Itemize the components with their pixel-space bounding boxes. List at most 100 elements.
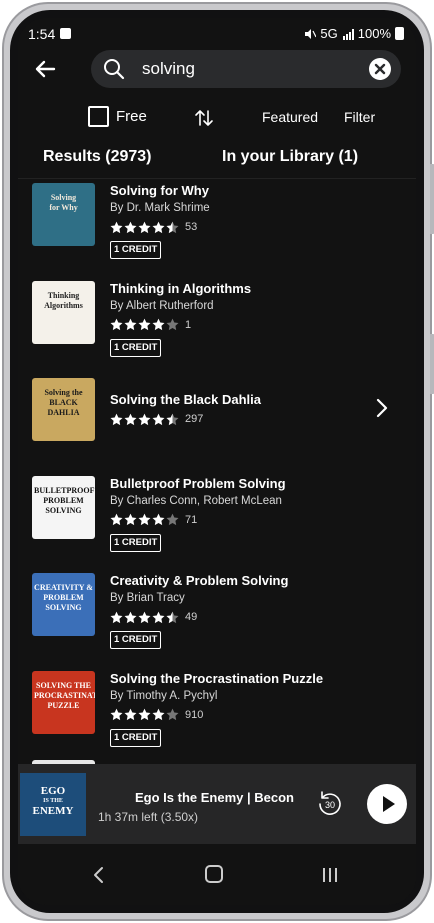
network-label: 5G	[320, 26, 338, 41]
app-screen: 1:54 5G 100% solving Free Featured Filte…	[18, 18, 416, 905]
list-item[interactable]: Solving for Why Solving for Why By Dr. Mark…	[18, 183, 416, 273]
star-full-icon	[138, 318, 151, 331]
mute-icon	[305, 28, 317, 39]
cover-text-line: SOLVING THE	[36, 680, 91, 690]
star-rating: 53	[110, 220, 197, 234]
book-title[interactable]: Creativity & Problem Solving	[110, 573, 288, 588]
star-full-icon	[124, 221, 137, 233]
cover-text-line: SOLVING	[45, 505, 82, 515]
star-full-icon	[152, 413, 165, 425]
star-full-icon	[138, 413, 151, 425]
cover-text-line: Algorithms	[44, 300, 83, 310]
star-full-icon	[138, 611, 151, 623]
rating-count: 910	[185, 708, 204, 721]
star-full-icon	[110, 611, 123, 623]
rewind-30-icon[interactable]: 30	[314, 788, 346, 820]
star-full-icon	[138, 513, 151, 526]
free-checkbox[interactable]	[88, 106, 109, 127]
status-time: 1:54	[28, 26, 56, 42]
star-rating: 49	[110, 610, 197, 624]
star-full-icon	[110, 708, 123, 721]
chevron-right-icon[interactable]	[374, 398, 390, 418]
clear-search-icon[interactable]	[369, 58, 391, 80]
star-full-icon	[124, 611, 137, 623]
book-author: By Brian Tracy	[110, 592, 185, 604]
now-playing-cover[interactable]: EGO IS THE ENEMY	[20, 773, 86, 836]
sort-icon[interactable]	[194, 108, 214, 128]
list-item[interactable]: CREATIVITY & PROBLEM SOLVING Creativity & …	[18, 573, 416, 663]
tab-results[interactable]: Results (2973)	[43, 148, 152, 166]
cover-text-line: PROBLEM	[43, 495, 84, 505]
cover-text-line: IS THE	[43, 798, 63, 804]
star-full-icon	[152, 708, 165, 721]
book-author: By Timothy A. Pychyl	[110, 689, 218, 702]
book-cover[interactable]: Solving for Why	[32, 183, 95, 246]
now-playing-title[interactable]: Ego Is the Enemy | Becon	[135, 790, 295, 805]
search-input[interactable]: solving	[91, 50, 401, 88]
book-author: By Dr. Mark Shrime	[110, 202, 210, 214]
star-full-icon	[110, 413, 123, 425]
list-item[interactable]: Thinking Algorithms Thinking in Algorithms…	[18, 280, 416, 371]
cover-text-line: PROBLEM SOLVING	[43, 593, 84, 612]
cover-text-line: BULLETPROOF	[34, 485, 95, 495]
battery-icon	[395, 27, 404, 40]
list-item[interactable]: BULLETPROOF PROBLEM SOLVING Bulletproof Pro…	[18, 475, 416, 566]
book-cover[interactable]: Thinking Algorithms	[32, 280, 95, 344]
rewind-seconds: 30	[325, 800, 335, 810]
book-cover[interactable]: CREATIVITY & PROBLEM SOLVING	[32, 573, 95, 636]
star-empty-icon	[166, 318, 179, 331]
play-icon[interactable]	[367, 784, 407, 824]
star-full-icon	[110, 318, 123, 331]
cover-text-line: BLACK DAHLIA	[47, 398, 80, 417]
star-full-icon	[124, 318, 137, 331]
featured-sort-button[interactable]: Featured	[262, 109, 318, 125]
star-full-icon	[138, 221, 151, 233]
cover-text-line: CREATIVITY &	[34, 583, 93, 592]
book-title[interactable]: Solving the Black Dahlia	[110, 392, 261, 407]
list-item[interactable]: Solving the BLACK DAHLIA Solving the Black…	[18, 378, 416, 468]
nav-back-icon[interactable]	[92, 866, 106, 884]
book-author: By Albert Rutherford	[110, 299, 214, 312]
signal-icon	[342, 28, 354, 40]
rating-count: 1	[185, 318, 192, 331]
power-button	[430, 334, 434, 394]
mini-player[interactable]: EGO IS THE ENEMY Ego Is the Enemy | Beco…	[18, 764, 416, 844]
rating-count: 71	[185, 513, 198, 526]
rating-count: 49	[185, 611, 198, 623]
book-title[interactable]: Thinking in Algorithms	[110, 281, 251, 296]
results-list[interactable]: Solving for Why Solving for Why By Dr. Mark…	[18, 178, 416, 764]
credit-badge: 1 CREDIT	[110, 533, 162, 552]
book-cover[interactable]: BULLETPROOF PROBLEM SOLVING	[32, 475, 95, 539]
filter-button[interactable]: Filter	[344, 109, 375, 125]
gallery-icon	[60, 28, 71, 39]
tab-in-your-library[interactable]: In your Library (1)	[222, 148, 358, 166]
book-cover[interactable]: SOLVING THEPROCRASTINATIONPUZZLE	[32, 670, 95, 734]
book-title[interactable]: Bulletproof Problem Solving	[110, 476, 286, 491]
credit-badge: 1 CREDIT	[110, 338, 162, 357]
book-title[interactable]: Solving the Procrastination Puzzle	[110, 671, 323, 686]
status-bar: 1:54 5G 100%	[18, 18, 416, 50]
cover-text-line: Solving	[50, 193, 77, 202]
nav-recents-icon[interactable]	[321, 866, 339, 884]
book-title[interactable]: Solving for Why	[110, 183, 209, 198]
list-item[interactable]: SOLVING THEPROCRASTINATIONPUZZLE Solving …	[18, 670, 416, 761]
star-full-icon	[152, 611, 165, 623]
book-cover[interactable]: Solving the BLACK DAHLIA	[32, 378, 95, 441]
cover-text-line: ENEMY	[32, 805, 74, 817]
star-rating: 910	[110, 708, 203, 722]
cover-text-line: for Why	[49, 203, 78, 212]
nav-home-icon[interactable]	[205, 865, 223, 883]
star-full-icon	[152, 513, 165, 526]
status-indicators: 5G 100%	[304, 26, 404, 41]
system-nav-bar	[18, 844, 416, 905]
free-label[interactable]: Free	[116, 108, 147, 125]
star-full-icon	[110, 513, 123, 526]
star-rating: 1	[110, 318, 191, 332]
back-arrow-icon[interactable]	[32, 56, 58, 82]
cover-text-line: PUZZLE	[47, 700, 80, 710]
star-full-icon	[124, 413, 137, 425]
rating-count: 53	[185, 221, 198, 233]
search-query: solving	[142, 59, 195, 78]
cover-text-line: Solving the	[44, 388, 83, 397]
star-empty-icon	[166, 708, 179, 721]
